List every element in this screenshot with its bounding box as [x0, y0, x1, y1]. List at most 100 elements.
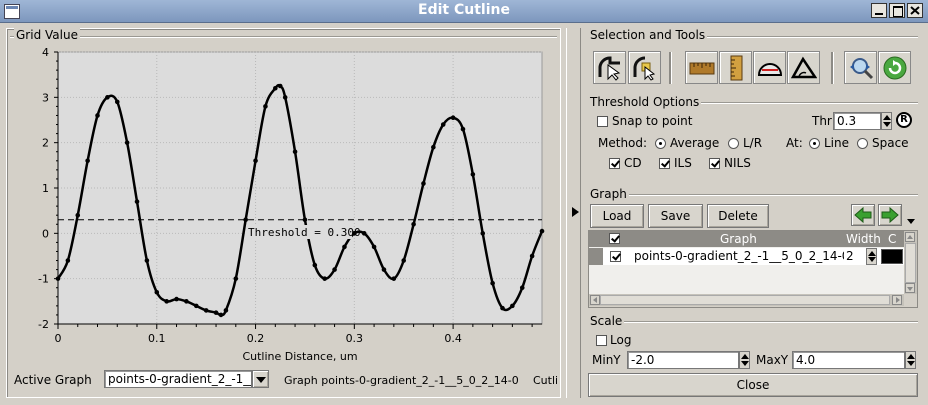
data-point — [273, 85, 278, 91]
thr-spinner[interactable] — [881, 112, 892, 130]
data-point — [154, 289, 160, 295]
data-point — [233, 276, 239, 281]
thr-label: Thr — [812, 114, 832, 128]
graph-row-width[interactable]: 2 — [846, 249, 854, 263]
graph-row-color-swatch[interactable] — [881, 249, 903, 264]
col-width-header: Width — [846, 232, 881, 246]
thr-reset-button[interactable]: R — [896, 112, 912, 128]
next-graph-button[interactable] — [878, 204, 902, 226]
scroll-left-arrow[interactable] — [590, 295, 600, 305]
chevron-down-icon — [256, 377, 266, 383]
cd-checkbox[interactable] — [609, 158, 620, 169]
data-point — [500, 305, 505, 311]
title-bar: Edit Cutline — [0, 0, 928, 23]
miny-input[interactable]: -2.0 — [627, 351, 739, 369]
select-arrow-icon — [598, 56, 621, 81]
tool-separator — [831, 52, 834, 84]
at-space-radio[interactable] — [857, 138, 868, 149]
log-label: Log — [610, 333, 632, 347]
zoom-icon — [850, 58, 874, 80]
protractor-tool[interactable] — [753, 51, 786, 84]
data-point — [421, 181, 426, 186]
previous-graph-button[interactable] — [851, 204, 875, 226]
data-point — [213, 310, 219, 315]
snap-to-point-checkbox[interactable] — [597, 116, 608, 127]
horizontal-scroll-thumb[interactable] — [600, 295, 890, 305]
window-title: Edit Cutline — [418, 2, 510, 18]
ruler-horizontal-tool[interactable] — [685, 51, 718, 84]
y-tick-label: 0 — [42, 227, 49, 240]
at-line-radio[interactable] — [809, 138, 820, 149]
ruler-vertical-icon — [730, 55, 743, 81]
delete-button[interactable]: Delete — [707, 204, 769, 228]
scroll-down-arrow[interactable] — [905, 283, 915, 293]
tool-separator — [669, 52, 672, 84]
load-button[interactable]: Load — [590, 204, 644, 228]
data-point — [381, 267, 387, 272]
active-graph-dropdown-button[interactable] — [252, 370, 269, 388]
angle-tool[interactable] — [787, 51, 820, 84]
col-graph-header: Graph — [720, 232, 757, 246]
ils-checkbox[interactable] — [659, 158, 670, 169]
active-graph-label: Active Graph — [14, 373, 92, 387]
graph-row-width-spinner[interactable] — [866, 248, 877, 265]
ruler-vertical-tool[interactable] — [719, 51, 752, 84]
x-tick-label: 0.2 — [247, 332, 265, 345]
maxy-spinner[interactable] — [905, 351, 916, 369]
method-lr-radio[interactable] — [728, 138, 739, 149]
graph-menu-chevron-icon[interactable] — [907, 219, 915, 224]
data-point — [55, 276, 61, 281]
y-tick-label: 1 — [42, 182, 49, 195]
close-button[interactable]: Close — [588, 373, 918, 397]
data-point — [460, 126, 466, 132]
data-point — [164, 299, 169, 304]
threshold-section-label: Threshold Options — [588, 95, 702, 109]
x-tick-label: 0 — [55, 332, 62, 345]
data-point — [529, 253, 535, 259]
minimize-icon — [875, 13, 883, 15]
data-point — [292, 149, 298, 155]
scroll-up-arrow[interactable] — [905, 232, 915, 242]
nils-checkbox[interactable] — [709, 158, 720, 169]
collapse-arrow-icon[interactable] — [572, 207, 579, 217]
close-window-button[interactable] — [907, 3, 923, 18]
reset-icon — [883, 56, 907, 80]
miny-spinner[interactable] — [739, 351, 750, 369]
reset-tool[interactable] — [878, 51, 911, 84]
data-point — [342, 244, 347, 250]
minimize-button[interactable] — [871, 3, 887, 18]
x-tick-label: 0.4 — [444, 332, 462, 345]
active-graph-select[interactable]: points-0-gradient_2_-1__ — [104, 370, 252, 388]
scroll-right-arrow[interactable] — [892, 295, 902, 305]
row-indicator — [589, 248, 603, 265]
maxy-input[interactable]: 4.0 — [792, 351, 905, 369]
header-select-all-checkbox[interactable] — [609, 233, 620, 244]
data-point — [332, 267, 337, 272]
vertical-scroll-thumb[interactable] — [905, 243, 916, 283]
data-point — [391, 276, 397, 281]
cutline-chart[interactable]: 4 3 2 1 0 -1 -2 0 0.1 0.2 0.3 0.4 Threshold = 0.300… — [0, 40, 560, 380]
data-point — [75, 212, 81, 218]
method-average-radio[interactable] — [655, 138, 666, 149]
save-button[interactable]: Save — [648, 204, 703, 228]
x-axis-label: Cutline Distance, um — [242, 350, 357, 363]
log-checkbox[interactable] — [596, 335, 607, 346]
maximize-button[interactable] — [889, 3, 905, 18]
zoom-tool[interactable] — [844, 51, 877, 84]
data-point — [480, 231, 486, 236]
maxy-label: MaxY — [756, 353, 789, 367]
y-tick-label: 4 — [42, 46, 49, 59]
select-arrow-tool[interactable] — [593, 51, 626, 84]
snap-to-point-label: Snap to point — [612, 114, 693, 128]
graph-section-label: Graph — [588, 187, 629, 201]
data-point — [85, 158, 90, 164]
select-point-tool[interactable] — [628, 51, 661, 84]
chevron-down-icon — [907, 287, 913, 291]
protractor-icon — [757, 63, 783, 76]
data-point — [65, 258, 71, 263]
at-space-label: Space — [872, 136, 909, 150]
data-point — [450, 115, 456, 121]
at-line-label: Line — [824, 136, 850, 150]
graph-row-checkbox[interactable] — [610, 251, 621, 262]
thr-input[interactable]: 0.3 — [833, 112, 881, 130]
